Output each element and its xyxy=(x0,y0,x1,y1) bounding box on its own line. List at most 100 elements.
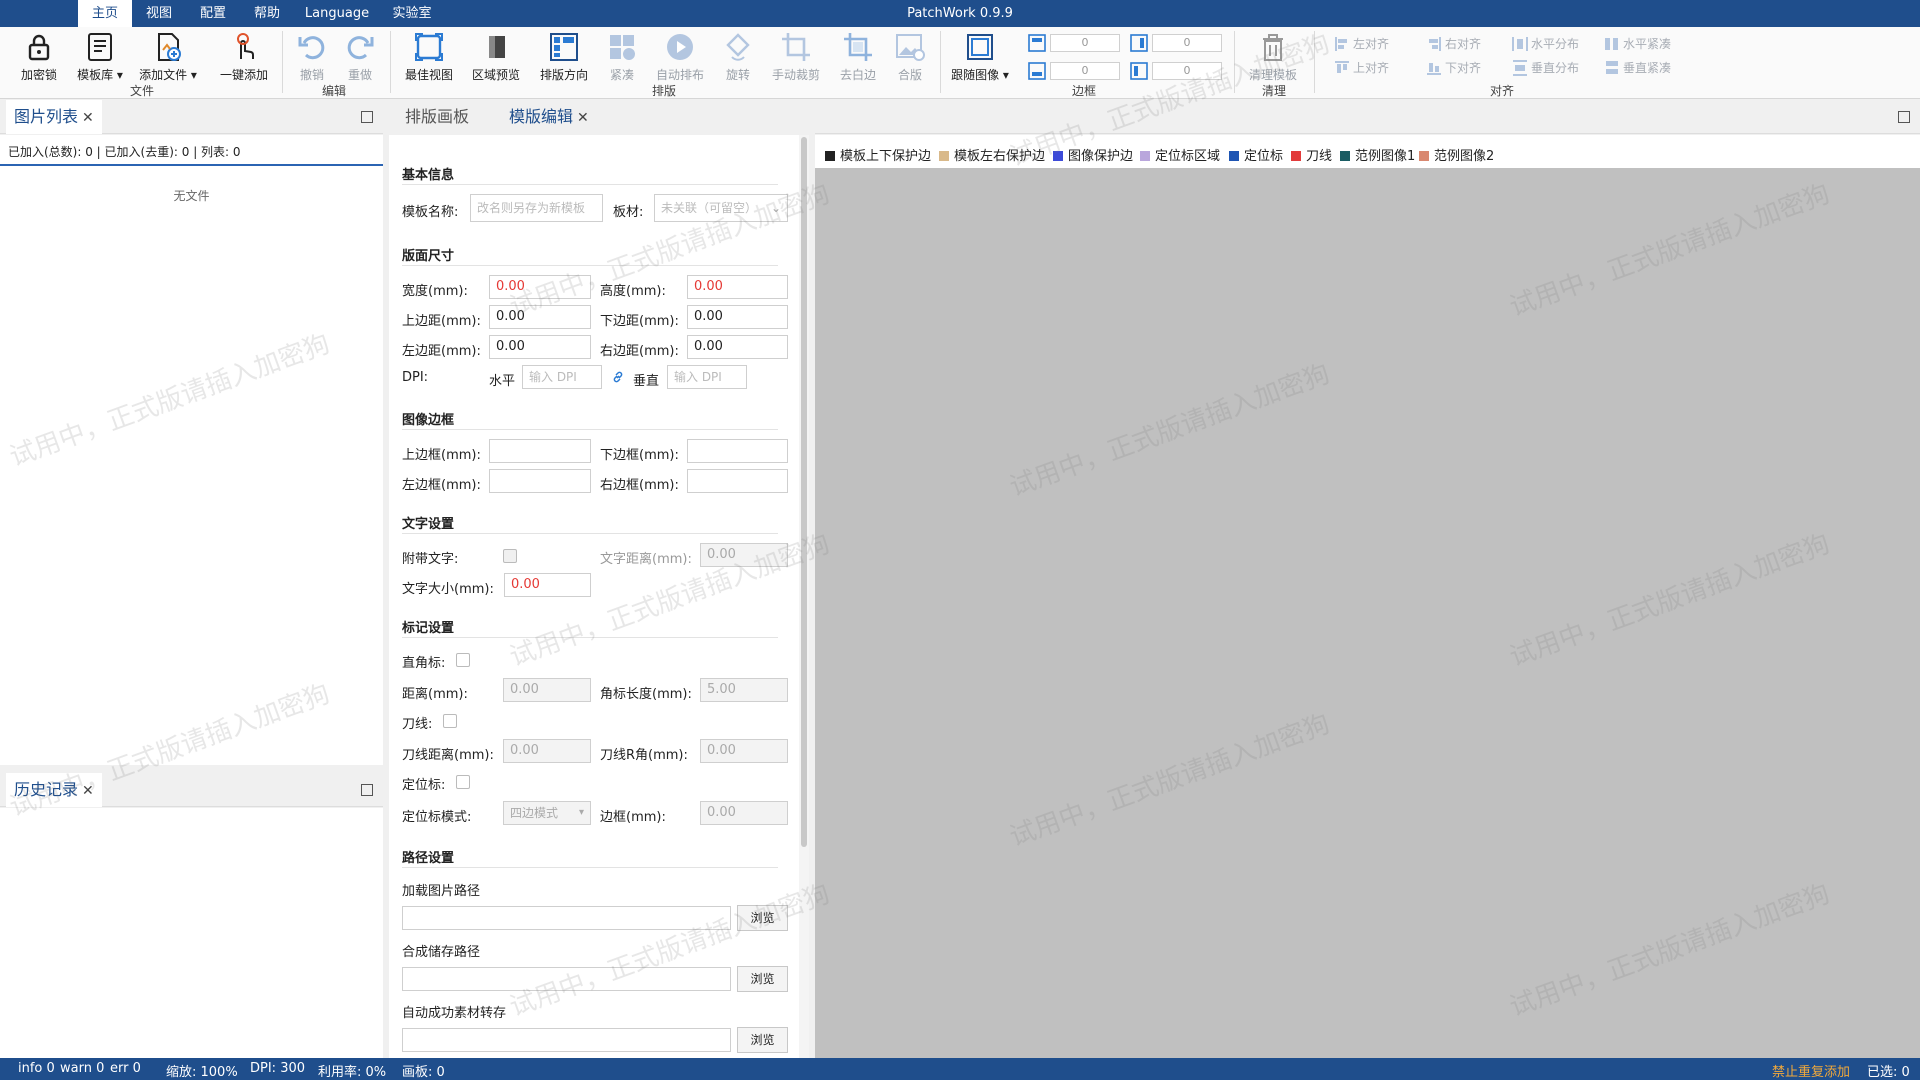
bottom-margin-input[interactable]: 0.00 xyxy=(687,305,788,329)
template-library-button[interactable]: 模板库 ▾ xyxy=(72,29,128,84)
maximize-icon[interactable] xyxy=(1898,111,1910,123)
redo-button[interactable]: 重做 xyxy=(340,29,380,84)
corner-mark-checkbox[interactable] xyxy=(456,653,470,667)
border-top-input[interactable]: 0 xyxy=(1050,34,1120,52)
save-path-input[interactable] xyxy=(402,967,731,991)
manual-crop-button[interactable]: 手动裁剪 xyxy=(766,29,826,84)
template-icon xyxy=(88,33,112,61)
position-mark-checkbox[interactable] xyxy=(456,775,470,789)
corner-length-input[interactable]: 5.00 xyxy=(700,678,788,702)
browse-save-button[interactable]: 浏览 xyxy=(737,966,788,992)
align-left-button[interactable]: 左对齐 xyxy=(1334,35,1389,52)
align-bottom-button[interactable]: 下对齐 xyxy=(1426,59,1481,76)
image-border-right-input[interactable] xyxy=(687,469,788,493)
add-file-button[interactable]: 添加文件 ▾ xyxy=(136,29,200,84)
maximize-icon[interactable] xyxy=(361,111,373,123)
image-border-top-input[interactable] xyxy=(489,439,591,463)
tab-image-list[interactable]: 图片列表 ✕ xyxy=(6,100,102,134)
lock-button[interactable]: 加密锁 xyxy=(14,29,64,84)
auto-transfer-input[interactable] xyxy=(402,1028,731,1052)
status-selected: 已选: 0 xyxy=(1867,1065,1910,1080)
clean-template-button[interactable]: 清理模板 xyxy=(1242,29,1304,84)
add-file-icon xyxy=(158,33,181,61)
layout-canvas[interactable] xyxy=(815,168,1920,1058)
tab-template-editor[interactable]: 模版编辑 ✕ xyxy=(501,100,597,134)
right-margin-input[interactable]: 0.00 xyxy=(687,335,788,359)
material-select[interactable]: 未关联（可留空） ⌄ xyxy=(654,194,788,222)
horizontal-compact-button[interactable]: 水平紧凑 xyxy=(1604,35,1671,52)
legend-swatch xyxy=(939,151,949,161)
tab-view[interactable]: 视图 xyxy=(140,0,178,27)
width-input[interactable]: 0.00 xyxy=(489,275,591,299)
follow-image-button[interactable]: 跟随图像 ▾ xyxy=(948,29,1012,84)
rotate-button[interactable]: 旋转 xyxy=(718,29,758,84)
knife-line-label: 刀线: xyxy=(402,717,433,732)
text-size-input[interactable]: 0.00 xyxy=(504,573,591,597)
left-margin-input[interactable]: 0.00 xyxy=(489,335,591,359)
dpi-horizontal-input[interactable]: 输入 DPI xyxy=(522,365,602,389)
tab-help[interactable]: 帮助 xyxy=(248,0,286,27)
trim-white-button[interactable]: 去白边 xyxy=(834,29,882,84)
border-right-input[interactable]: 0 xyxy=(1152,34,1222,52)
form-scrollbar[interactable] xyxy=(799,135,809,1058)
vertical-distribute-button[interactable]: 垂直分布 xyxy=(1512,59,1579,76)
image-border-bottom-input[interactable] xyxy=(687,439,788,463)
horizontal-distribute-button[interactable]: 水平分布 xyxy=(1512,35,1579,52)
one-click-add-button[interactable]: 一键添加 xyxy=(214,29,274,84)
mark-frame-input[interactable]: 0.00 xyxy=(700,801,788,825)
border-bottom-input[interactable]: 0 xyxy=(1050,62,1120,80)
tab-home[interactable]: 主页 xyxy=(78,0,132,27)
no-duplicate-toggle[interactable]: 禁止重复添加 xyxy=(1772,1061,1850,1080)
text-distance-input[interactable]: 0.00 xyxy=(700,543,788,567)
merge-button[interactable]: 合版 xyxy=(890,29,930,84)
mark-distance-input[interactable]: 0.00 xyxy=(503,678,591,702)
tab-language[interactable]: Language xyxy=(302,0,372,27)
crop-icon xyxy=(782,33,810,61)
v-distribute-icon xyxy=(1513,60,1527,76)
position-mode-select[interactable]: 四边模式 ▾ xyxy=(503,801,591,825)
browse-load-button[interactable]: 浏览 xyxy=(737,905,788,931)
position-mode-label: 定位标模式: xyxy=(402,810,472,825)
section-text-title: 文字设置 xyxy=(402,517,455,532)
close-icon[interactable]: ✕ xyxy=(577,110,589,126)
height-input[interactable]: 0.00 xyxy=(687,275,788,299)
legend-item: 定位标 xyxy=(1229,145,1283,164)
undo-button[interactable]: 撤销 xyxy=(292,29,332,84)
browse-auto-button[interactable]: 浏览 xyxy=(737,1027,788,1053)
group-clean-label: 清理 xyxy=(1262,84,1287,98)
image-border-left-input[interactable] xyxy=(489,469,591,493)
area-preview-button[interactable]: 区域预览 xyxy=(466,29,526,84)
align-right-button[interactable]: 右对齐 xyxy=(1426,35,1481,52)
load-path-input[interactable] xyxy=(402,906,731,930)
maximize-icon[interactable] xyxy=(361,784,373,796)
knife-radius-input[interactable]: 0.00 xyxy=(700,739,788,763)
top-margin-input[interactable]: 0.00 xyxy=(489,305,591,329)
align-right-icon xyxy=(1429,37,1441,51)
link-icon[interactable] xyxy=(611,370,625,384)
compact-button[interactable]: 紧凑 xyxy=(602,29,642,84)
layout-direction-button[interactable]: 排版方向 xyxy=(534,29,594,84)
load-path-label: 加载图片路径 xyxy=(402,884,481,899)
align-top-icon xyxy=(1335,61,1349,73)
section-border-title: 图像边框 xyxy=(402,413,455,428)
vertical-compact-button[interactable]: 垂直紧凑 xyxy=(1604,59,1671,76)
close-icon[interactable]: ✕ xyxy=(82,783,94,799)
dpi-vertical-input[interactable]: 输入 DPI xyxy=(667,365,747,389)
attach-text-checkbox[interactable] xyxy=(503,549,517,563)
legend-swatch xyxy=(1340,151,1350,161)
tab-lab[interactable]: 实验室 xyxy=(388,0,436,27)
best-view-button[interactable]: 最佳视图 xyxy=(400,29,458,84)
template-name-input[interactable]: 改名则另存为新模板 xyxy=(470,194,603,222)
corner-mark-label: 直角标: xyxy=(402,656,446,671)
knife-distance-input[interactable]: 0.00 xyxy=(503,739,591,763)
tab-config[interactable]: 配置 xyxy=(194,0,232,27)
auto-arrange-button[interactable]: 自动排布 xyxy=(650,29,710,84)
tab-layout-canvas[interactable]: 排版画板 xyxy=(405,100,469,134)
tab-history[interactable]: 历史记录 ✕ xyxy=(6,773,102,807)
dpi-horizontal-label: 水平 xyxy=(489,374,516,389)
scrollbar-thumb[interactable] xyxy=(801,137,807,847)
align-top-button[interactable]: 上对齐 xyxy=(1334,59,1389,76)
close-icon[interactable]: ✕ xyxy=(82,110,94,126)
border-left-input[interactable]: 0 xyxy=(1152,62,1222,80)
knife-line-checkbox[interactable] xyxy=(443,714,457,728)
